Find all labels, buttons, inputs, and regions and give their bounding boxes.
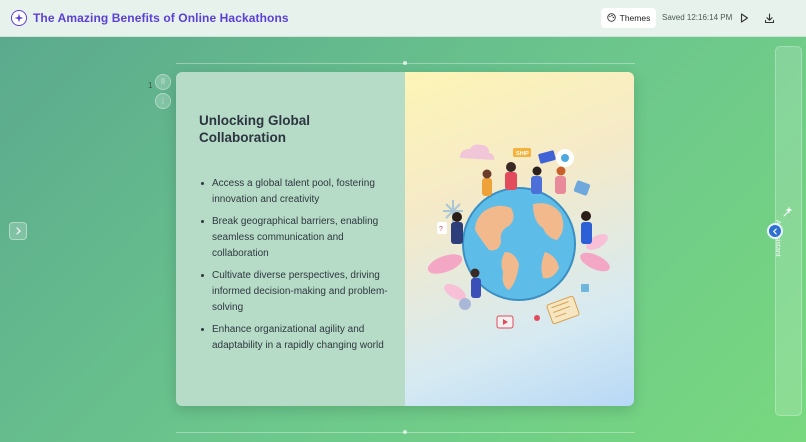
bullet-item[interactable]: Enhance organizational agility and adapt… [199, 322, 389, 354]
bullet-item[interactable]: Access a global talent pool, fostering i… [199, 176, 389, 208]
collapse-assistant-button[interactable] [767, 223, 783, 239]
ship-badge: SHIP [516, 151, 529, 157]
global-collaboration-illustration: SHIP ? [427, 144, 610, 329]
play-icon[interactable] [737, 11, 751, 25]
slide-illustration-panel[interactable]: SHIP ? [405, 72, 634, 406]
svg-text:?: ? [439, 226, 443, 233]
more-options-icon[interactable]: ⋮ [155, 93, 171, 109]
chevron-left-icon [772, 222, 778, 240]
themes-button[interactable]: Themes [601, 8, 656, 28]
bottom-guide-handle[interactable] [403, 430, 407, 434]
slide-heading[interactable]: Unlocking Global Collaboration [199, 112, 349, 146]
save-status: Saved 12:16:14 PM [662, 13, 733, 22]
download-icon[interactable] [762, 11, 776, 25]
presentation-title[interactable]: The Amazing Benefits of Online Hackathon… [33, 11, 289, 25]
slide-number: 1 [148, 81, 153, 90]
chevron-right-icon [15, 222, 22, 240]
top-bar: The Amazing Benefits of Online Hackathon… [0, 0, 806, 37]
bullet-item[interactable]: Break geographical barriers, enabling se… [199, 214, 389, 262]
magic-wand-icon[interactable] [782, 205, 794, 217]
sparkle-logo-icon[interactable] [11, 10, 27, 26]
palette-icon [606, 12, 616, 24]
slide-text-panel[interactable]: Unlocking Global Collaboration Access a … [176, 72, 405, 406]
slide-card[interactable]: Unlocking Global Collaboration Access a … [176, 72, 634, 406]
next-slide-button[interactable] [9, 222, 27, 240]
bullet-item[interactable]: Cultivate diverse perspectives, driving … [199, 268, 389, 316]
top-guide-handle[interactable] [403, 61, 407, 65]
drag-handle-icon[interactable]: ⠿ [155, 74, 171, 90]
themes-label: Themes [619, 13, 651, 23]
bullet-list: Access a global talent pool, fostering i… [199, 176, 389, 354]
